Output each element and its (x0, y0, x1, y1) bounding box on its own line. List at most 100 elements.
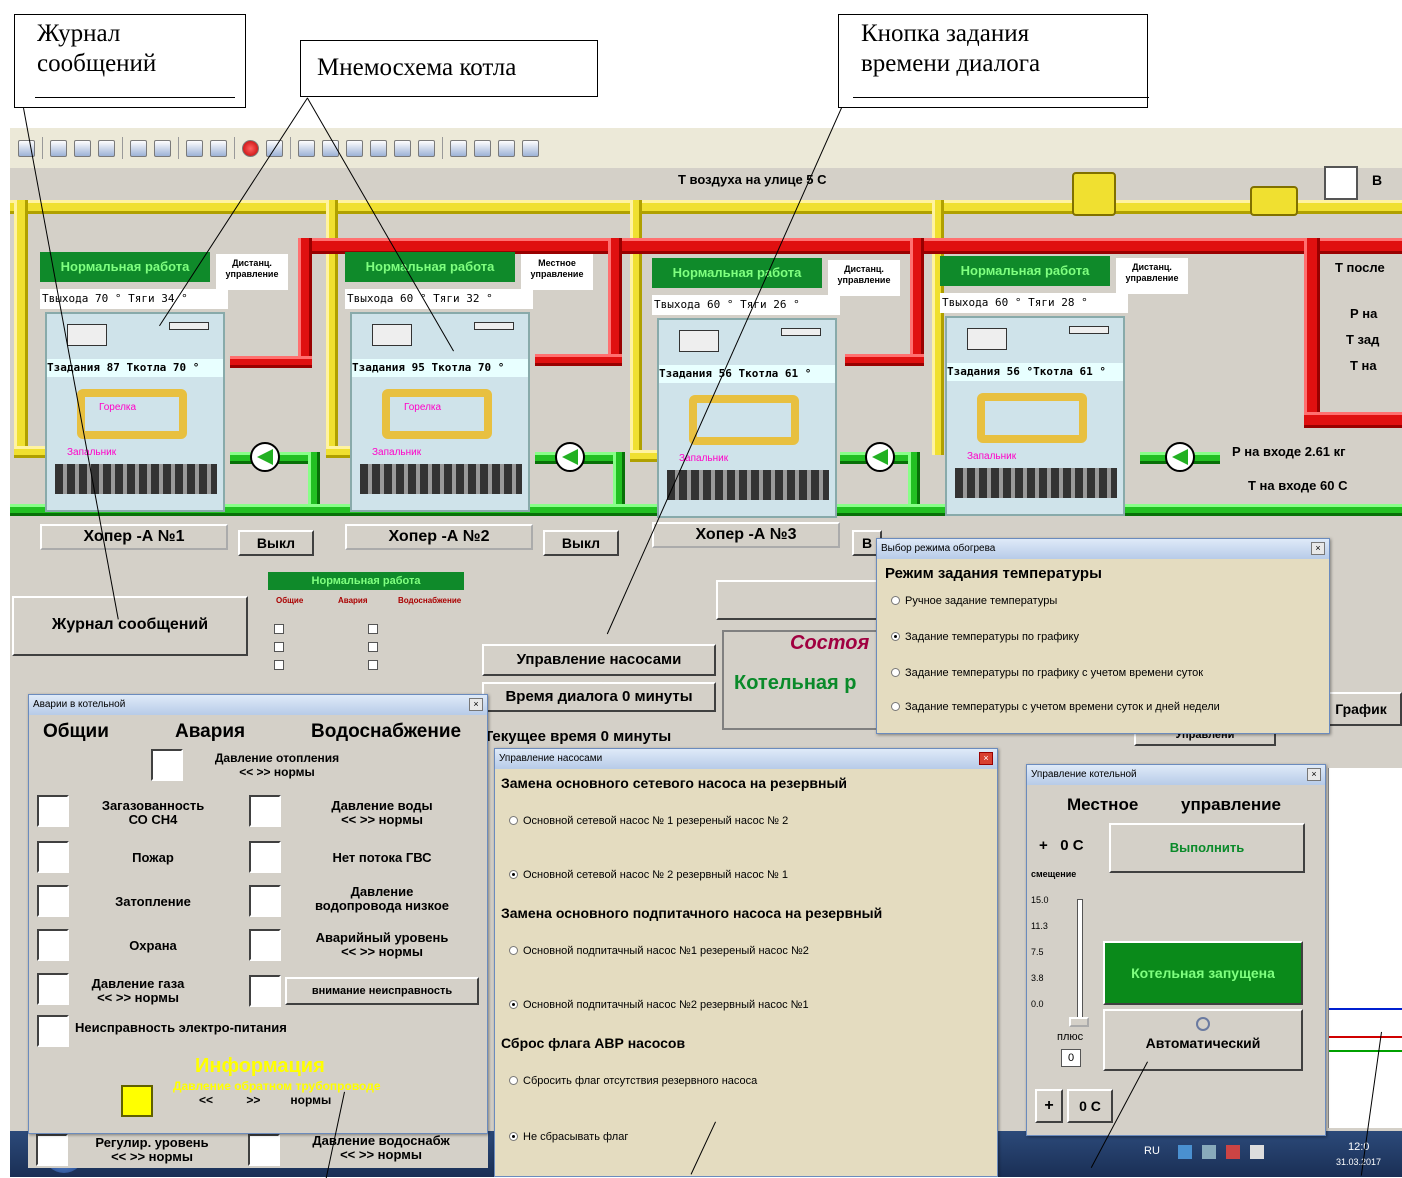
radio-button[interactable] (891, 596, 900, 605)
heating-radio-option[interactable]: Задание температуры по графику (891, 631, 1079, 643)
pumps-window[interactable]: Управление насосами × Замена основного се… (494, 748, 998, 1177)
close-icon[interactable]: × (979, 752, 993, 765)
igniter-label: Запальник (372, 447, 422, 458)
stop-icon[interactable] (242, 139, 259, 157)
back-arrow-icon[interactable] (186, 139, 203, 157)
pump-radio-option[interactable]: Сбросить флаг отсутствия резервного насо… (509, 1075, 757, 1087)
plus-button[interactable]: + (1035, 1089, 1063, 1123)
boiler-3[interactable]: Нормальная работа Дистанц. управление Тв… (652, 258, 912, 558)
tray-icon[interactable] (1202, 1145, 1216, 1159)
burner-pipe (382, 389, 492, 439)
boiler-control-titlebar[interactable]: Управление котельной × (1027, 765, 1325, 785)
execute-button[interactable]: Выполнить (1109, 823, 1305, 873)
pump-radio-option[interactable]: Не сбрасывать флаг (509, 1131, 628, 1143)
graph-button[interactable]: График (1320, 692, 1402, 726)
monitor-icon[interactable] (522, 139, 539, 157)
heating-radio-option[interactable]: Ручное задание температуры (891, 595, 1057, 607)
power-fault-label: Неисправность электро-питания (75, 1020, 287, 1035)
boiler-name-button[interactable]: Хопер -А №1 (40, 524, 228, 550)
radio-label: Задание температуры с учетом времени сут… (905, 701, 1220, 713)
controller-panel (967, 328, 1007, 350)
fault-attention-button[interactable]: внимание неисправность (285, 977, 479, 1005)
close-icon[interactable]: × (1307, 768, 1321, 781)
cut-icon[interactable] (74, 139, 91, 157)
volume-icon[interactable] (1250, 1145, 1264, 1159)
close-icon[interactable]: × (469, 698, 483, 711)
clock-date[interactable]: 31.03.2017 (1336, 1157, 1381, 1167)
paste-icon[interactable] (98, 139, 115, 157)
radio-button[interactable] (891, 632, 900, 641)
pump-valve-icon[interactable] (250, 442, 280, 472)
t-na-label: Т на (1350, 358, 1377, 373)
alarm-window-title: Аварии в котельной (33, 699, 126, 710)
pump-valve-icon[interactable] (865, 442, 895, 472)
gas-valve-icon[interactable] (1072, 172, 1116, 216)
boiler-name-button[interactable]: Хопер -А №3 (652, 522, 840, 548)
radio-button[interactable] (509, 816, 518, 825)
layout-icon[interactable] (450, 139, 467, 157)
boiler-1[interactable]: Нормальная работа Дистанц. управление Тв… (40, 252, 300, 552)
radio-button[interactable] (891, 702, 900, 711)
water-supply-line1: Давление водоснабж (312, 1133, 450, 1148)
boiler-name-button[interactable]: Хопер -А №2 (345, 524, 533, 550)
pump-radio-option[interactable]: Основной сетевой насос № 1 резереный нас… (509, 815, 788, 827)
copy-icon[interactable] (50, 139, 67, 157)
flag-icon[interactable] (1226, 1145, 1240, 1159)
alarm-indicator (36, 1134, 68, 1166)
radio-button[interactable] (509, 1132, 518, 1141)
boiler-off-button[interactable]: Выкл (238, 530, 314, 556)
dialog-time-button[interactable]: Время диалога 0 минуты (482, 682, 716, 712)
language-indicator[interactable]: RU (1144, 1145, 1160, 1157)
split-icon[interactable] (474, 139, 491, 157)
boiler-off-button[interactable]: Выкл (543, 530, 619, 556)
chart-icon[interactable] (498, 139, 515, 157)
heating-pressure-line2: << >> нормы (239, 765, 315, 779)
heating-radio-option[interactable]: Задание температуры с учетом времени сут… (891, 701, 1220, 713)
network-icon[interactable] (1178, 1145, 1192, 1159)
radio-button[interactable] (509, 1076, 518, 1085)
boiler-2[interactable]: Нормальная работа Местное управление Твы… (345, 252, 605, 552)
window-icon[interactable] (370, 139, 387, 157)
slider-value-field[interactable]: 0 (1061, 1049, 1081, 1067)
pump-valve-icon[interactable] (1165, 442, 1195, 472)
zero-button[interactable]: 0 С (1067, 1089, 1113, 1123)
boiler-control-window[interactable]: Управление котельной × Местное управление… (1026, 764, 1326, 1136)
frame-icon[interactable] (418, 139, 435, 157)
slider-track[interactable] (1077, 899, 1083, 1025)
alarm-window[interactable]: Аварии в котельной × Общии Авария Водосна… (28, 694, 488, 1134)
boiler-running-status[interactable]: Котельная запущена (1103, 941, 1303, 1005)
scale-tick: 11.3 (1031, 921, 1048, 931)
print-icon[interactable] (130, 139, 147, 157)
radio-button[interactable] (509, 946, 518, 955)
pump-radio-option[interactable]: Основной сетевой насос № 2 резервный нас… (509, 869, 788, 881)
boiler-mnemonic: Тзадания 95 Ткотла 70 ° Горелка Запальни… (350, 312, 530, 512)
slider-handle[interactable] (1069, 1017, 1089, 1027)
gas-valve-icon[interactable] (1250, 186, 1298, 216)
report-icon[interactable] (346, 139, 363, 157)
callout-dialog-line2: времени диалога (861, 50, 1041, 77)
heating-radio-option[interactable]: Задание температуры по графику с учетом … (891, 667, 1203, 679)
journal-button[interactable]: Журнал сообщений (12, 596, 248, 656)
pump-valve-icon[interactable] (555, 442, 585, 472)
plus-label: плюс (1057, 1031, 1084, 1043)
alarm-indicator (249, 885, 281, 917)
alarm-header-alarm: Авария (175, 721, 246, 742)
pumps-window-titlebar[interactable]: Управление насосами × (495, 749, 997, 769)
radio-button[interactable] (509, 870, 518, 879)
tile-icon[interactable] (298, 139, 315, 157)
pumps-control-button[interactable]: Управление насосами (482, 644, 716, 676)
forward-arrow-icon[interactable] (210, 139, 227, 157)
pump-radio-option[interactable]: Основной подпитачный насос №1 резереный … (509, 945, 809, 957)
close-icon[interactable]: × (1311, 542, 1325, 555)
mini-alarm-panel[interactable]: Нормальная работа Общие Авария Водоснабж… (268, 572, 464, 692)
alarm-window-titlebar[interactable]: Аварии в котельной × (29, 695, 487, 715)
boiler-4[interactable]: Нормальная работа Дистанц. управление Тв… (940, 256, 1200, 556)
heating-mode-window[interactable]: Выбор режима обогрева × Режим задания тем… (876, 538, 1330, 734)
pump-radio-option[interactable]: Основной подпитачный насос №2 резервный … (509, 999, 809, 1011)
radio-button[interactable] (509, 1000, 518, 1009)
auto-mode-button[interactable]: Автоматический (1103, 1009, 1303, 1071)
heating-window-titlebar[interactable]: Выбор режима обогрева × (877, 539, 1329, 559)
undo-icon[interactable] (154, 139, 171, 157)
panel-icon[interactable] (394, 139, 411, 157)
radio-button[interactable] (891, 668, 900, 677)
